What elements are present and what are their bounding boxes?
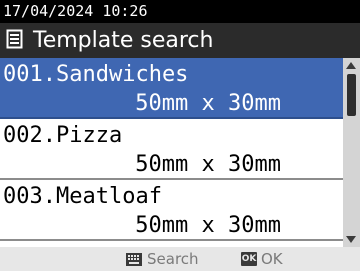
datetime: 17/04/2024 10:26	[3, 2, 148, 20]
title-bar: Template search	[0, 23, 360, 58]
template-name: 003.Meatloaf	[3, 184, 162, 209]
template-list: 001.Sandwiches 50mm x 30mm 002.Pizza 50m…	[0, 58, 343, 247]
search-label: Search	[147, 250, 199, 268]
template-document-icon	[6, 29, 33, 53]
template-list-item[interactable]: 002.Pizza 50mm x 30mm	[0, 119, 343, 180]
status-bar: 17/04/2024 10:26	[0, 0, 360, 23]
scroll-down-icon[interactable]	[346, 236, 356, 243]
scroll-up-icon[interactable]	[346, 62, 356, 69]
ok-softkey[interactable]: OK OK	[241, 247, 283, 271]
template-list-item[interactable]: 003.Meatloaf 50mm x 30mm	[0, 180, 343, 241]
ok-key-icon: OK	[241, 252, 257, 266]
search-softkey[interactable]: Search	[126, 247, 199, 271]
template-size: 50mm x 30mm	[135, 152, 281, 177]
template-size: 50mm x 30mm	[135, 213, 281, 238]
scroll-thumb[interactable]	[347, 74, 356, 116]
template-size: 50mm x 30mm	[135, 91, 281, 116]
page-title: Template search	[33, 28, 214, 53]
ok-label: OK	[261, 250, 283, 268]
template-name: 002.Pizza	[3, 123, 123, 148]
scrollbar[interactable]	[343, 58, 360, 247]
template-list-item[interactable]: 001.Sandwiches 50mm x 30mm	[0, 58, 343, 119]
keyboard-icon	[126, 252, 142, 266]
template-name: 001.Sandwiches	[3, 62, 189, 87]
footer-bar: Search OK OK	[0, 247, 360, 271]
